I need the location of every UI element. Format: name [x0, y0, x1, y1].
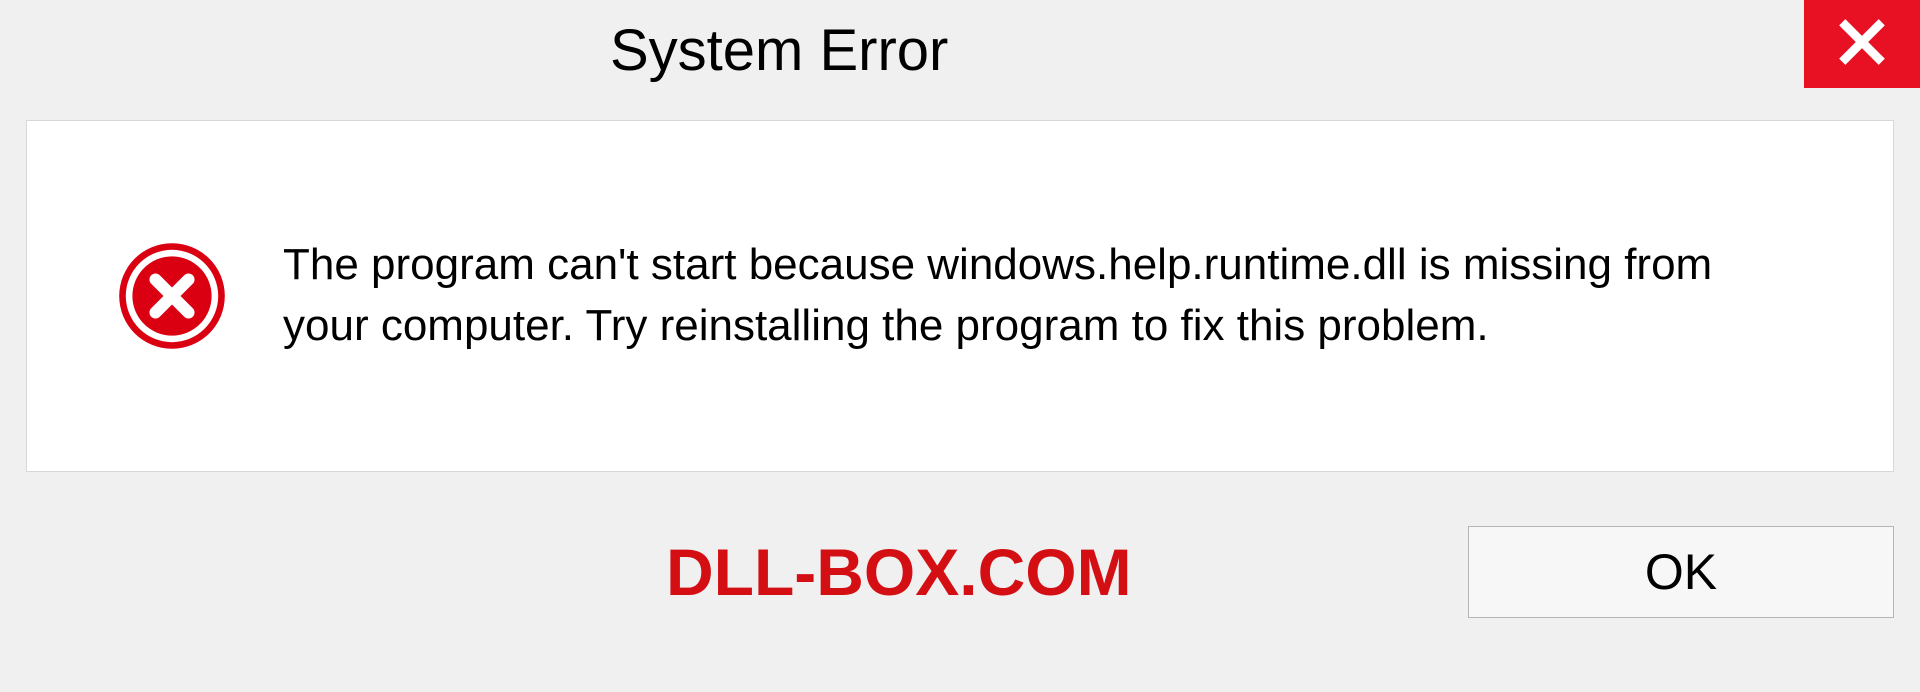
error-icon — [117, 241, 227, 351]
close-button[interactable] — [1804, 0, 1920, 88]
ok-button[interactable]: OK — [1468, 526, 1894, 618]
error-message: The program can't start because windows.… — [283, 235, 1793, 356]
close-icon — [1837, 17, 1887, 72]
dialog-footer: DLL-BOX.COM OK — [26, 472, 1894, 672]
title-bar: System Error — [0, 0, 1920, 100]
window-title: System Error — [610, 17, 948, 84]
message-panel: The program can't start because windows.… — [26, 120, 1894, 472]
branding-text: DLL-BOX.COM — [666, 534, 1132, 610]
